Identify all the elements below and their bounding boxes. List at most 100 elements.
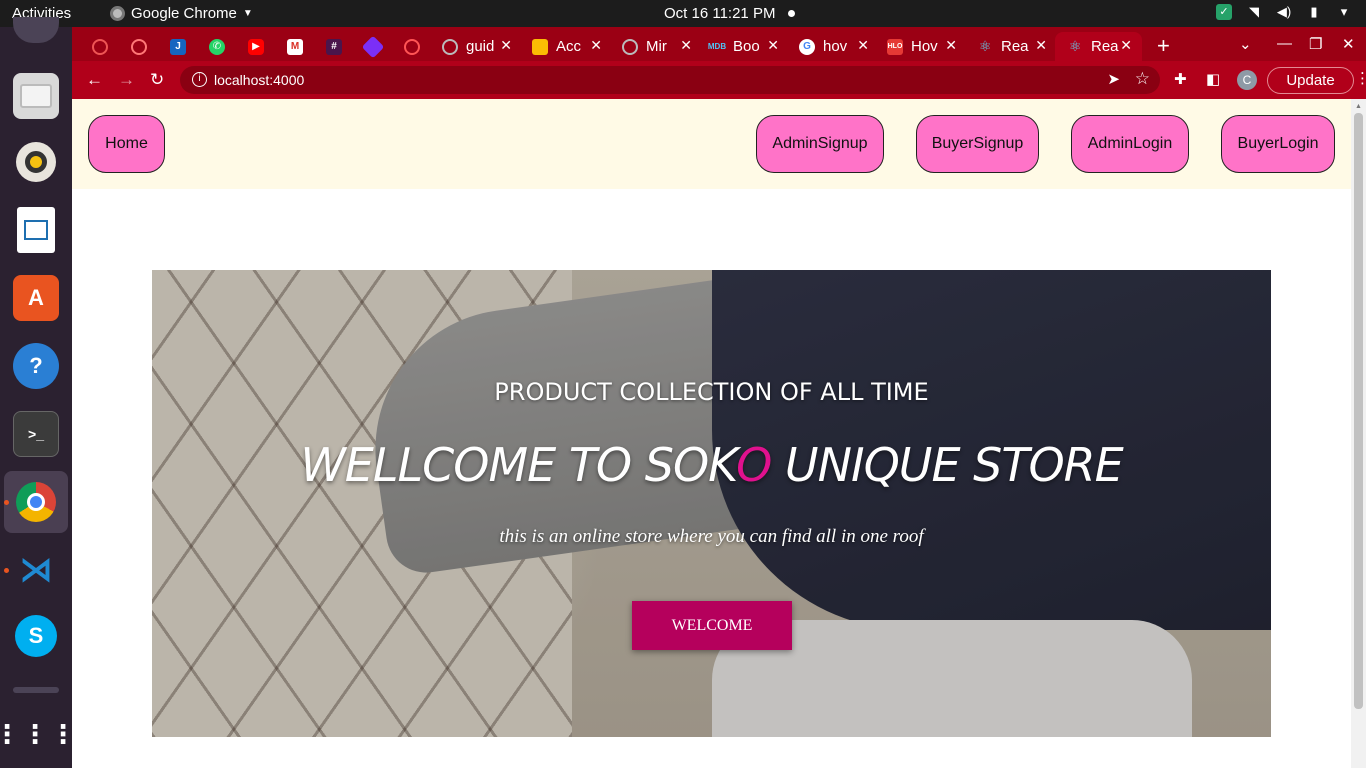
pinned-tab[interactable]: ▶ <box>248 32 272 61</box>
close-icon[interactable]: ✕ <box>857 37 869 54</box>
tab-label: guid <box>466 38 495 55</box>
json-icon: J <box>170 38 186 55</box>
pinned-tab[interactable]: ✆ <box>209 32 233 61</box>
browser-tab[interactable]: MDB Boo ✕ <box>708 32 779 61</box>
buyer-signup-button[interactable]: BuyerSignup <box>916 115 1039 173</box>
browser-tab[interactable]: HLO Hov ✕ <box>887 32 957 61</box>
minimize-icon[interactable]: — <box>1277 35 1292 52</box>
profile-avatar[interactable]: C <box>1237 70 1257 90</box>
app-name-label: Google Chrome <box>131 5 237 22</box>
volume-icon[interactable]: ◀) <box>1276 4 1292 20</box>
reload-icon[interactable]: ↻ <box>150 70 164 90</box>
hero-subtitle: PRODUCT COLLECTION OF ALL TIME <box>494 378 929 406</box>
github-icon <box>442 38 458 55</box>
pinned-tab[interactable] <box>92 32 116 61</box>
pinned-tab[interactable] <box>131 32 155 61</box>
skype-icon[interactable]: S <box>15 615 57 657</box>
browser-tab[interactable]: ⚛ Rea ✕ <box>977 32 1047 61</box>
forward-icon[interactable]: → <box>118 70 135 90</box>
redux-icon <box>131 38 147 55</box>
tab-label: Rea <box>1001 38 1029 55</box>
tab-strip: J ✆ ▶ M # guid ✕ Acc ✕ Mir ✕ MDB Boo ✕ Ghov ✕ … <box>72 27 1366 61</box>
close-icon[interactable]: ✕ <box>1120 37 1132 54</box>
whatsapp-icon: ✆ <box>209 38 225 55</box>
vsite-icon <box>361 35 385 58</box>
ubuntu-icon[interactable] <box>13 17 59 43</box>
buyer-login-button[interactable]: BuyerLogin <box>1221 115 1335 173</box>
apps-grid-icon[interactable]: ⋮⋮⋮ <box>0 711 76 757</box>
app-menu[interactable]: Google Chrome ▼ <box>110 5 253 22</box>
send-tab-icon[interactable]: ➤ <box>1107 70 1120 88</box>
dock-separator <box>13 687 59 693</box>
system-tray[interactable]: ✓ ◥ ◀) ▮ ▾ <box>1216 4 1352 20</box>
chrome-mini-icon <box>110 6 125 21</box>
close-icon[interactable]: ✕ <box>590 37 602 54</box>
slack-icon: # <box>326 38 342 55</box>
tab-label: hov <box>823 38 848 55</box>
pinned-tab[interactable]: J <box>170 32 194 61</box>
admin-login-button[interactable]: AdminLogin <box>1071 115 1189 173</box>
vscode-icon[interactable]: ⋊ <box>13 547 59 593</box>
kebab-menu-icon[interactable]: ⋮ <box>1355 69 1366 87</box>
close-icon[interactable]: ✕ <box>1035 37 1047 54</box>
browser-tab[interactable]: Mir ✕ <box>622 32 692 61</box>
files-icon[interactable] <box>13 73 59 119</box>
headline-text: UNIQUE STORE <box>771 438 1124 492</box>
github-icon <box>92 38 108 55</box>
wifi-icon[interactable]: ◥ <box>1246 4 1262 20</box>
chrome-window: J ✆ ▶ M # guid ✕ Acc ✕ Mir ✕ MDB Boo ✕ Ghov ✕ … <box>72 27 1366 768</box>
w3-icon: HLO <box>887 38 903 55</box>
terminal-icon[interactable]: >_ <box>13 411 59 457</box>
new-tab-button[interactable]: + <box>1157 33 1170 59</box>
react-icon: ⚛ <box>978 38 992 54</box>
site-navbar: Home AdminSignup BuyerSignup AdminLogin … <box>72 99 1351 189</box>
browser-tab[interactable]: Acc ✕ <box>532 32 602 61</box>
close-window-icon[interactable]: ✕ <box>1342 35 1355 53</box>
chevron-down-icon[interactable]: ▾ <box>1336 4 1352 20</box>
scrollbar-thumb[interactable] <box>1354 113 1363 709</box>
address-bar[interactable]: i localhost:4000 ➤ ☆ <box>180 66 1160 94</box>
hero-headline: WELLCOME TO SOKO UNIQUE STORE <box>152 438 1271 492</box>
home-button[interactable]: Home <box>88 115 165 173</box>
scroll-up-icon[interactable]: ▲ <box>1355 103 1362 110</box>
shield-icon[interactable]: ✓ <box>1216 4 1232 20</box>
tab-label: Boo <box>733 38 760 55</box>
back-icon[interactable]: ← <box>86 70 103 90</box>
url-text[interactable]: localhost:4000 <box>214 72 304 88</box>
writer-icon[interactable] <box>17 207 55 253</box>
maximize-icon[interactable]: ❐ <box>1309 35 1322 53</box>
pinned-tab[interactable]: # <box>326 32 350 61</box>
tab-search-icon[interactable]: ⌄ <box>1239 35 1252 53</box>
software-icon[interactable]: A <box>13 275 59 321</box>
help-icon[interactable]: ? <box>13 343 59 389</box>
pinned-tab[interactable]: M <box>287 32 311 61</box>
chrome-icon[interactable] <box>13 479 59 525</box>
tab-label: Hov <box>911 38 938 55</box>
page-scrollbar[interactable]: ▲ <box>1351 99 1366 768</box>
hero-banner: PRODUCT COLLECTION OF ALL TIME WELLCOME … <box>152 270 1271 737</box>
dock: A ? >_ ⋊ S ⋮⋮⋮ <box>0 17 76 768</box>
side-panel-icon[interactable]: ◧ <box>1206 70 1220 88</box>
close-icon[interactable]: ✕ <box>945 37 957 54</box>
tab-label: Mir <box>646 38 667 55</box>
gmail-icon: M <box>287 38 303 55</box>
welcome-button[interactable]: WELCOME <box>632 601 792 650</box>
globe-icon <box>404 38 420 55</box>
pinned-tab[interactable] <box>361 32 389 61</box>
browser-tab-active[interactable]: ⚛ Rea ✕ <box>1055 32 1142 61</box>
update-button[interactable]: Update <box>1267 67 1354 94</box>
close-icon[interactable]: ✕ <box>680 37 692 54</box>
close-icon[interactable]: ✕ <box>500 37 512 54</box>
extensions-puzzle-icon[interactable]: ✚ <box>1174 70 1187 88</box>
clock[interactable]: Oct 16 11:21 PM <box>664 5 775 22</box>
browser-tab[interactable]: guid ✕ <box>442 32 512 61</box>
pinned-tab[interactable] <box>404 32 428 61</box>
site-info-icon[interactable]: i <box>192 72 207 87</box>
bookmark-star-icon[interactable]: ☆ <box>1135 69 1150 89</box>
battery-icon[interactable]: ▮ <box>1306 4 1322 20</box>
tab-label: Acc <box>556 38 582 55</box>
browser-tab[interactable]: Ghov ✕ <box>799 32 869 61</box>
admin-signup-button[interactable]: AdminSignup <box>756 115 884 173</box>
rhythmbox-icon[interactable] <box>13 139 59 185</box>
close-icon[interactable]: ✕ <box>767 37 779 54</box>
